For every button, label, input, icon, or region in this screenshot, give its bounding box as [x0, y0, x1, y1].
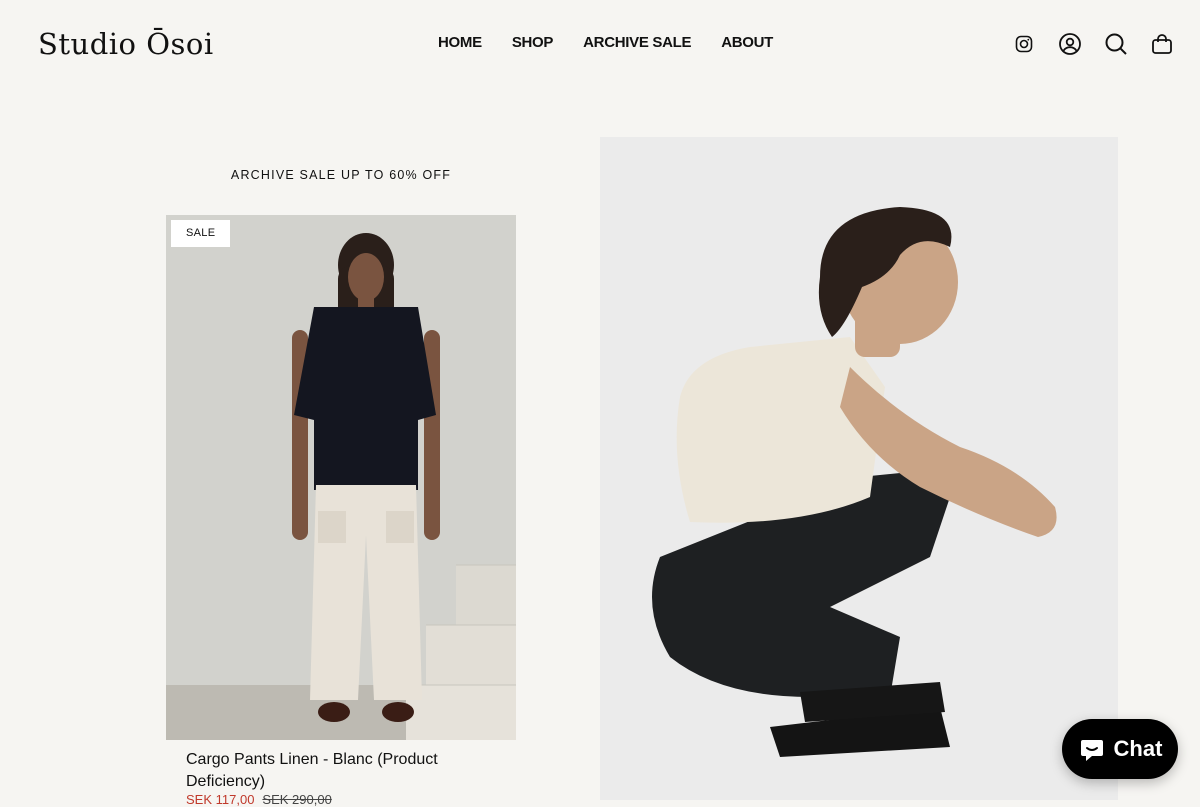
sale-badge: SALE	[171, 220, 231, 247]
product-title[interactable]: Cargo Pants Linen - Blanc (Product Defic…	[186, 749, 486, 793]
chat-bubble-icon	[1080, 740, 1103, 761]
chat-label: Chat	[1113, 736, 1163, 761]
instagram-icon[interactable]	[1008, 30, 1040, 58]
main-nav: HOME SHOP ARCHIVE SALE ABOUT	[438, 34, 773, 52]
promo-text: ARCHIVE SALE UP TO 60% OFF	[230, 168, 452, 182]
nav-about[interactable]: ABOUT	[721, 34, 773, 52]
nav-shop[interactable]: SHOP	[512, 34, 554, 52]
hero-image[interactable]	[600, 137, 1118, 800]
brand-logo[interactable]: Studio Ōsoi	[38, 26, 214, 62]
header-actions	[1008, 30, 1178, 58]
nav-archive-sale[interactable]: ARCHIVE SALE	[583, 34, 691, 52]
account-icon[interactable]	[1054, 30, 1086, 58]
product-image[interactable]: SALE	[166, 215, 516, 740]
nav-home[interactable]: HOME	[438, 34, 482, 52]
product-photo-illustration	[166, 215, 516, 740]
product-price: SEK 117,00 SEK 290,00	[186, 793, 332, 807]
search-icon[interactable]	[1100, 30, 1132, 58]
chat-button[interactable]: Chat	[1062, 719, 1178, 779]
hero-photo-illustration	[600, 137, 1118, 800]
cart-icon[interactable]	[1146, 30, 1178, 58]
site-header: Studio Ōsoi HOME SHOP ARCHIVE SALE ABOUT	[0, 0, 1200, 88]
